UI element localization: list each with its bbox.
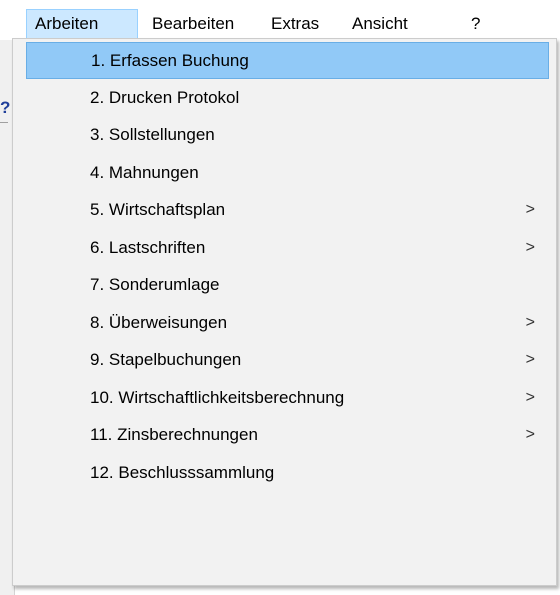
menu-item-label: 2. Drucken Protokol — [90, 87, 240, 107]
menu-ansicht[interactable]: Ansicht — [352, 9, 408, 39]
menu-item-label: 12. Beschlusssammlung — [90, 462, 275, 482]
menu-item-wirtschaftlichkeitsberechnung[interactable]: 10. Wirtschaftlichkeitsberechnung > — [26, 380, 549, 417]
menu-item-label: 4. Mahnungen — [90, 162, 199, 182]
menu-item-erfassen-buchung[interactable]: 1. Erfassen Buchung — [26, 42, 549, 79]
menu-item-stapelbuchungen[interactable]: 9. Stapelbuchungen > — [26, 342, 549, 379]
chevron-right-icon: > — [525, 388, 535, 406]
menu-item-zinsberechnungen[interactable]: 11. Zinsberechnungen > — [26, 417, 549, 454]
menu-item-label: 1. Erfassen Buchung — [91, 51, 249, 70]
menu-item-label: 7. Sonderumlage — [90, 275, 220, 294]
menu-help[interactable]: ? — [471, 9, 480, 39]
menu-extras[interactable]: Extras — [271, 9, 319, 39]
menu-item-wirtschaftsplan[interactable]: 5. Wirtschaftsplan > — [26, 192, 549, 229]
arbeiten-dropdown-menu: 1. Erfassen Buchung 2. Drucken Protokol 3.… — [12, 38, 557, 586]
menu-item-beschlusssammlung[interactable]: 12. Beschlusssammlung — [26, 455, 549, 492]
chevron-right-icon: > — [525, 201, 535, 218]
help-icon: ? — [0, 98, 10, 117]
chevron-right-icon: > — [525, 351, 535, 368]
chevron-right-icon: > — [525, 238, 535, 256]
menu-item-label: 10. Wirtschaftlichkeitsberechnung — [90, 387, 345, 407]
menu-item-mahnungen[interactable]: 4. Mahnungen — [26, 155, 549, 192]
menu-arbeiten[interactable]: Arbeiten — [26, 9, 138, 39]
menu-item-drucken-protokol[interactable]: 2. Drucken Protokol — [26, 80, 549, 117]
menu-item-label: 5. Wirtschaftsplan — [90, 200, 226, 219]
menu-item-sonderumlage[interactable]: 7. Sonderumlage — [26, 267, 549, 304]
divider — [0, 122, 8, 123]
menu-item-label: 11. Zinsberechnungen — [90, 425, 258, 444]
menu-item-sollstellungen[interactable]: 3. Sollstellungen — [26, 117, 549, 154]
menu-item-label: 9. Stapelbuchungen — [90, 350, 242, 369]
menu-item-lastschriften[interactable]: 6. Lastschriften > — [26, 230, 549, 267]
menu-item-label: 3. Sollstellungen — [90, 125, 215, 144]
menu-item-label: 8. Überweisungen — [90, 312, 228, 332]
menu-item-ueberweisungen[interactable]: 8. Überweisungen > — [26, 305, 549, 342]
menu-bearbeiten[interactable]: Bearbeiten — [152, 9, 234, 39]
chevron-right-icon: > — [525, 313, 535, 331]
menu-item-label: 6. Lastschriften — [90, 237, 206, 257]
chevron-right-icon: > — [525, 426, 535, 443]
